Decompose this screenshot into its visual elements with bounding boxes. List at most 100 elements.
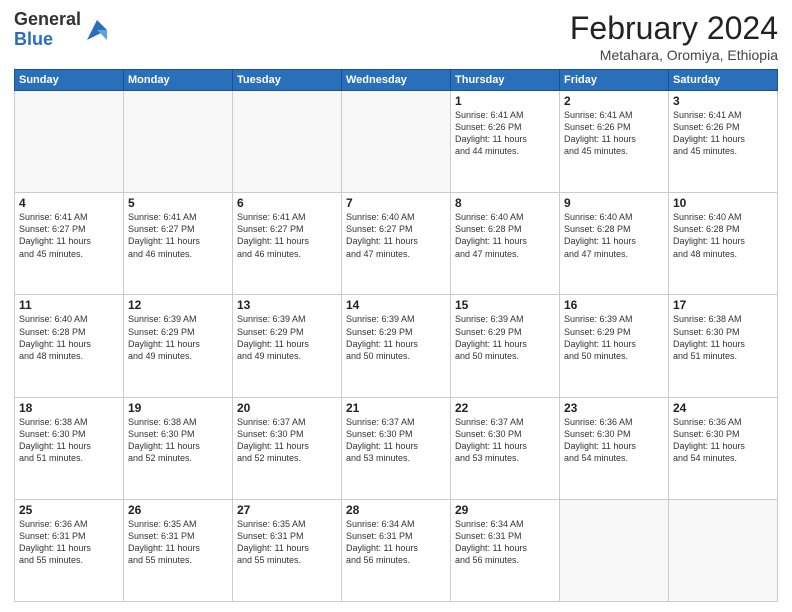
- table-row: 1Sunrise: 6:41 AMSunset: 6:26 PMDaylight…: [451, 91, 560, 193]
- table-row: 10Sunrise: 6:40 AMSunset: 6:28 PMDayligh…: [669, 193, 778, 295]
- table-row: 19Sunrise: 6:38 AMSunset: 6:30 PMDayligh…: [124, 397, 233, 499]
- day-info: Sunrise: 6:35 AMSunset: 6:31 PMDaylight:…: [237, 518, 337, 567]
- day-number: 1: [455, 94, 555, 108]
- table-row: 17Sunrise: 6:38 AMSunset: 6:30 PMDayligh…: [669, 295, 778, 397]
- logo-general: General: [14, 10, 81, 30]
- table-row: 2Sunrise: 6:41 AMSunset: 6:26 PMDaylight…: [560, 91, 669, 193]
- day-info: Sunrise: 6:39 AMSunset: 6:29 PMDaylight:…: [128, 313, 228, 362]
- day-number: 26: [128, 503, 228, 517]
- day-number: 10: [673, 196, 773, 210]
- day-info: Sunrise: 6:40 AMSunset: 6:28 PMDaylight:…: [564, 211, 664, 260]
- header: General Blue February 2024 Metahara, Oro…: [14, 10, 778, 63]
- logo-icon: [83, 16, 111, 44]
- calendar-header-row: Sunday Monday Tuesday Wednesday Thursday…: [15, 70, 778, 91]
- day-number: 16: [564, 298, 664, 312]
- table-row: [669, 499, 778, 601]
- day-number: 11: [19, 298, 119, 312]
- day-info: Sunrise: 6:38 AMSunset: 6:30 PMDaylight:…: [673, 313, 773, 362]
- day-info: Sunrise: 6:41 AMSunset: 6:27 PMDaylight:…: [19, 211, 119, 260]
- logo-text: General Blue: [14, 10, 81, 50]
- day-number: 18: [19, 401, 119, 415]
- subtitle: Metahara, Oromiya, Ethiopia: [570, 47, 778, 63]
- table-row: 25Sunrise: 6:36 AMSunset: 6:31 PMDayligh…: [15, 499, 124, 601]
- col-saturday: Saturday: [669, 70, 778, 91]
- day-number: 15: [455, 298, 555, 312]
- table-row: [342, 91, 451, 193]
- week-row-2: 11Sunrise: 6:40 AMSunset: 6:28 PMDayligh…: [15, 295, 778, 397]
- day-number: 28: [346, 503, 446, 517]
- day-number: 14: [346, 298, 446, 312]
- day-number: 17: [673, 298, 773, 312]
- day-number: 6: [237, 196, 337, 210]
- table-row: 13Sunrise: 6:39 AMSunset: 6:29 PMDayligh…: [233, 295, 342, 397]
- calendar-table: Sunday Monday Tuesday Wednesday Thursday…: [14, 69, 778, 602]
- week-row-0: 1Sunrise: 6:41 AMSunset: 6:26 PMDaylight…: [15, 91, 778, 193]
- day-number: 23: [564, 401, 664, 415]
- col-thursday: Thursday: [451, 70, 560, 91]
- day-info: Sunrise: 6:34 AMSunset: 6:31 PMDaylight:…: [455, 518, 555, 567]
- table-row: 4Sunrise: 6:41 AMSunset: 6:27 PMDaylight…: [15, 193, 124, 295]
- day-info: Sunrise: 6:39 AMSunset: 6:29 PMDaylight:…: [455, 313, 555, 362]
- day-number: 22: [455, 401, 555, 415]
- day-number: 7: [346, 196, 446, 210]
- col-friday: Friday: [560, 70, 669, 91]
- table-row: [233, 91, 342, 193]
- day-info: Sunrise: 6:39 AMSunset: 6:29 PMDaylight:…: [564, 313, 664, 362]
- day-info: Sunrise: 6:39 AMSunset: 6:29 PMDaylight:…: [237, 313, 337, 362]
- day-info: Sunrise: 6:40 AMSunset: 6:28 PMDaylight:…: [673, 211, 773, 260]
- day-number: 29: [455, 503, 555, 517]
- table-row: 26Sunrise: 6:35 AMSunset: 6:31 PMDayligh…: [124, 499, 233, 601]
- day-number: 20: [237, 401, 337, 415]
- table-row: 12Sunrise: 6:39 AMSunset: 6:29 PMDayligh…: [124, 295, 233, 397]
- col-sunday: Sunday: [15, 70, 124, 91]
- table-row: 22Sunrise: 6:37 AMSunset: 6:30 PMDayligh…: [451, 397, 560, 499]
- day-info: Sunrise: 6:41 AMSunset: 6:26 PMDaylight:…: [673, 109, 773, 158]
- table-row: 24Sunrise: 6:36 AMSunset: 6:30 PMDayligh…: [669, 397, 778, 499]
- table-row: 20Sunrise: 6:37 AMSunset: 6:30 PMDayligh…: [233, 397, 342, 499]
- table-row: [560, 499, 669, 601]
- day-number: 25: [19, 503, 119, 517]
- table-row: 14Sunrise: 6:39 AMSunset: 6:29 PMDayligh…: [342, 295, 451, 397]
- col-wednesday: Wednesday: [342, 70, 451, 91]
- table-row: 3Sunrise: 6:41 AMSunset: 6:26 PMDaylight…: [669, 91, 778, 193]
- day-number: 5: [128, 196, 228, 210]
- table-row: 27Sunrise: 6:35 AMSunset: 6:31 PMDayligh…: [233, 499, 342, 601]
- table-row: 23Sunrise: 6:36 AMSunset: 6:30 PMDayligh…: [560, 397, 669, 499]
- day-info: Sunrise: 6:38 AMSunset: 6:30 PMDaylight:…: [19, 416, 119, 465]
- day-info: Sunrise: 6:40 AMSunset: 6:28 PMDaylight:…: [19, 313, 119, 362]
- day-info: Sunrise: 6:36 AMSunset: 6:30 PMDaylight:…: [673, 416, 773, 465]
- table-row: 6Sunrise: 6:41 AMSunset: 6:27 PMDaylight…: [233, 193, 342, 295]
- title-section: February 2024 Metahara, Oromiya, Ethiopi…: [570, 10, 778, 63]
- logo: General Blue: [14, 10, 111, 50]
- table-row: 7Sunrise: 6:40 AMSunset: 6:27 PMDaylight…: [342, 193, 451, 295]
- day-info: Sunrise: 6:40 AMSunset: 6:28 PMDaylight:…: [455, 211, 555, 260]
- day-info: Sunrise: 6:41 AMSunset: 6:26 PMDaylight:…: [564, 109, 664, 158]
- table-row: [124, 91, 233, 193]
- col-monday: Monday: [124, 70, 233, 91]
- day-info: Sunrise: 6:41 AMSunset: 6:27 PMDaylight:…: [128, 211, 228, 260]
- logo-blue: Blue: [14, 30, 81, 50]
- day-info: Sunrise: 6:38 AMSunset: 6:30 PMDaylight:…: [128, 416, 228, 465]
- day-info: Sunrise: 6:41 AMSunset: 6:26 PMDaylight:…: [455, 109, 555, 158]
- table-row: 11Sunrise: 6:40 AMSunset: 6:28 PMDayligh…: [15, 295, 124, 397]
- day-number: 9: [564, 196, 664, 210]
- page: General Blue February 2024 Metahara, Oro…: [0, 0, 792, 612]
- table-row: 16Sunrise: 6:39 AMSunset: 6:29 PMDayligh…: [560, 295, 669, 397]
- table-row: 21Sunrise: 6:37 AMSunset: 6:30 PMDayligh…: [342, 397, 451, 499]
- table-row: 29Sunrise: 6:34 AMSunset: 6:31 PMDayligh…: [451, 499, 560, 601]
- table-row: [15, 91, 124, 193]
- day-number: 2: [564, 94, 664, 108]
- table-row: 8Sunrise: 6:40 AMSunset: 6:28 PMDaylight…: [451, 193, 560, 295]
- day-info: Sunrise: 6:36 AMSunset: 6:30 PMDaylight:…: [564, 416, 664, 465]
- day-number: 24: [673, 401, 773, 415]
- day-number: 19: [128, 401, 228, 415]
- col-tuesday: Tuesday: [233, 70, 342, 91]
- table-row: 9Sunrise: 6:40 AMSunset: 6:28 PMDaylight…: [560, 193, 669, 295]
- day-info: Sunrise: 6:40 AMSunset: 6:27 PMDaylight:…: [346, 211, 446, 260]
- day-info: Sunrise: 6:39 AMSunset: 6:29 PMDaylight:…: [346, 313, 446, 362]
- day-number: 8: [455, 196, 555, 210]
- table-row: 18Sunrise: 6:38 AMSunset: 6:30 PMDayligh…: [15, 397, 124, 499]
- week-row-4: 25Sunrise: 6:36 AMSunset: 6:31 PMDayligh…: [15, 499, 778, 601]
- day-info: Sunrise: 6:34 AMSunset: 6:31 PMDaylight:…: [346, 518, 446, 567]
- table-row: 15Sunrise: 6:39 AMSunset: 6:29 PMDayligh…: [451, 295, 560, 397]
